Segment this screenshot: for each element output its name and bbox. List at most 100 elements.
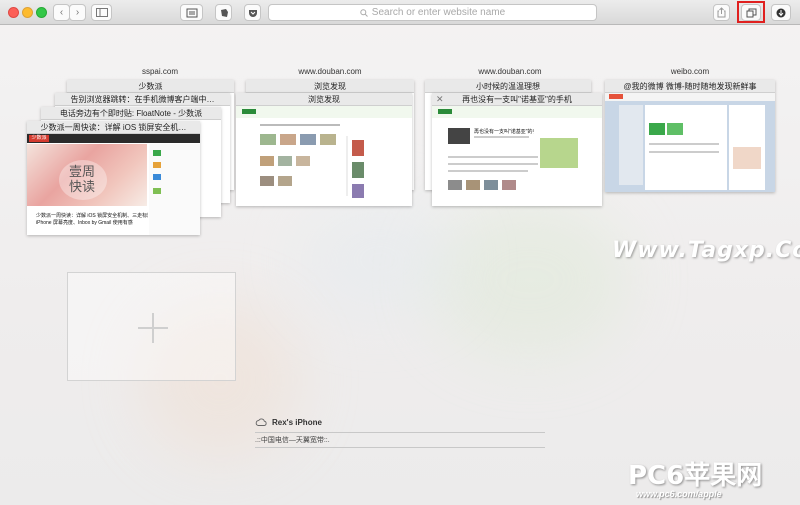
thumb bbox=[260, 134, 276, 145]
thumb bbox=[502, 180, 516, 190]
evernote-icon bbox=[220, 8, 228, 17]
cloud-icon bbox=[255, 418, 267, 426]
text-line bbox=[448, 163, 538, 165]
tab-title: 浏览发现 bbox=[236, 93, 412, 106]
watermark-pc6-url: www.pc6.com/apple bbox=[636, 489, 722, 499]
tab-title: 告别浏览器跳转：在手机微博客户端中… bbox=[55, 93, 230, 106]
tab-title: @我的微博 微博-随时随地发现新鲜事 bbox=[605, 80, 775, 93]
back-button[interactable]: ‹ bbox=[53, 4, 70, 21]
pocket-button[interactable] bbox=[244, 4, 261, 21]
thumb bbox=[320, 134, 336, 145]
icloud-tabs: Rex's iPhone .::中国电信—天翼宽带::. bbox=[255, 415, 545, 448]
forward-button[interactable]: › bbox=[69, 4, 86, 21]
text-line bbox=[474, 136, 529, 138]
group-label-douban-2: www.douban.com bbox=[478, 67, 542, 76]
tab-title: ✕ 再也没有一支叫"诺基亚"的手机 bbox=[432, 93, 602, 106]
site-logo bbox=[242, 109, 256, 114]
app-icon bbox=[153, 150, 161, 156]
plus-icon bbox=[138, 313, 168, 343]
tab-title: 浏览发现 bbox=[246, 80, 414, 93]
background-blur bbox=[300, 200, 460, 320]
app-icon bbox=[153, 188, 161, 194]
text-line bbox=[260, 124, 340, 126]
tab-title: 少数派一周快读：详解 iOS 锁屏安全机… bbox=[27, 121, 200, 134]
address-bar[interactable]: Search or enter website name bbox=[268, 4, 597, 21]
close-window-button[interactable] bbox=[8, 7, 19, 18]
chevron-left-icon: ‹ bbox=[59, 7, 64, 18]
site-header bbox=[27, 134, 200, 143]
search-icon bbox=[360, 8, 368, 17]
thumb bbox=[260, 176, 274, 186]
thumb bbox=[352, 184, 364, 198]
tab-card-active[interactable]: @我的微博 微博-随时随地发现新鲜事 bbox=[605, 80, 775, 192]
divider bbox=[346, 136, 348, 196]
downloads-button[interactable] bbox=[771, 4, 791, 21]
group-label-douban-1: www.douban.com bbox=[298, 67, 362, 76]
sidebar-icon bbox=[95, 8, 108, 17]
text-line bbox=[649, 143, 719, 145]
tab-title: 电话旁边有个即时贴: FloatNote - 少数派 bbox=[41, 107, 221, 120]
share-button[interactable] bbox=[713, 4, 730, 21]
toolbar: ‹ › Search or enter website name bbox=[0, 0, 800, 25]
page-preview bbox=[605, 93, 775, 192]
feed bbox=[645, 105, 727, 190]
safari-tab-overview: ‹ › Search or enter website name sspai.c bbox=[0, 0, 800, 505]
icloud-tab-item[interactable]: .::中国电信—天翼宽带::. bbox=[255, 433, 545, 448]
minimize-window-button[interactable] bbox=[22, 7, 33, 18]
site-logo bbox=[438, 109, 452, 114]
phone-image bbox=[448, 128, 470, 144]
thumb bbox=[278, 156, 292, 166]
tab-card-active[interactable]: 少数派一周快读：详解 iOS 锁屏安全机… 少数派 壹周 快读 少数派一周快读：详… bbox=[27, 121, 200, 235]
reader-button[interactable] bbox=[180, 4, 203, 21]
new-tab-button[interactable] bbox=[67, 272, 236, 381]
thumb bbox=[296, 156, 310, 166]
share-icon bbox=[717, 7, 726, 18]
thumb bbox=[466, 180, 480, 190]
evernote-button[interactable] bbox=[215, 4, 232, 21]
page-preview: 再也没有一支叫"诺基亚"的手机 bbox=[432, 106, 602, 206]
site-logo bbox=[609, 94, 623, 99]
watermark-pc6: PC6苹果网 bbox=[628, 461, 763, 491]
tab-card-active[interactable]: 浏览发现 bbox=[236, 93, 412, 206]
text-line bbox=[649, 151, 719, 153]
article-badge: 壹周 快读 bbox=[69, 164, 96, 194]
site-logo: 少数派 bbox=[29, 135, 49, 142]
group-label-sspai: sspai.com bbox=[141, 67, 178, 76]
close-tab-icon[interactable]: ✕ bbox=[436, 93, 444, 105]
tab-card-active[interactable]: ✕再也没有一支叫"诺基亚"的手机 再也没有一支叫"诺基亚"的手机 bbox=[432, 93, 602, 206]
reader-icon bbox=[186, 8, 197, 17]
tab-title: 小时候的温温理想 bbox=[425, 80, 591, 93]
zoom-window-button[interactable] bbox=[36, 7, 47, 18]
text-line bbox=[448, 170, 528, 172]
watermark-tagxp: Www.Tagxp.Com bbox=[612, 238, 800, 263]
thumb bbox=[352, 162, 364, 178]
article-headline: 再也没有一支叫"诺基亚"的手机 bbox=[474, 129, 534, 135]
text-line bbox=[448, 156, 538, 158]
thumb bbox=[280, 134, 296, 145]
sidebar-button[interactable] bbox=[91, 4, 112, 21]
chevron-right-icon: › bbox=[75, 7, 80, 18]
download-icon bbox=[776, 8, 786, 17]
site-header bbox=[605, 93, 775, 101]
thumb bbox=[300, 134, 316, 145]
address-placeholder: Search or enter website name bbox=[371, 7, 506, 18]
ad-image bbox=[733, 147, 761, 169]
group-label-weibo: weibo.com bbox=[670, 67, 710, 76]
thumb bbox=[260, 156, 274, 166]
app-icon bbox=[153, 174, 161, 180]
site-header bbox=[236, 106, 412, 118]
thumb bbox=[484, 180, 498, 190]
feed-image bbox=[649, 123, 665, 135]
feed-image bbox=[667, 123, 683, 135]
ad-image bbox=[540, 138, 578, 168]
pocket-icon bbox=[248, 9, 257, 17]
site-header bbox=[432, 106, 602, 118]
tab-title: 少数派 bbox=[67, 80, 234, 93]
thumb bbox=[448, 180, 462, 190]
page-preview bbox=[236, 106, 412, 206]
article-caption: 少数派一周快读：详解 iOS 锁屏安全机制、三走标题应用 bbox=[36, 213, 148, 219]
icloud-device: Rex's iPhone bbox=[255, 415, 545, 429]
thumb bbox=[352, 140, 364, 156]
thumb bbox=[278, 176, 292, 186]
left-nav bbox=[619, 105, 643, 185]
